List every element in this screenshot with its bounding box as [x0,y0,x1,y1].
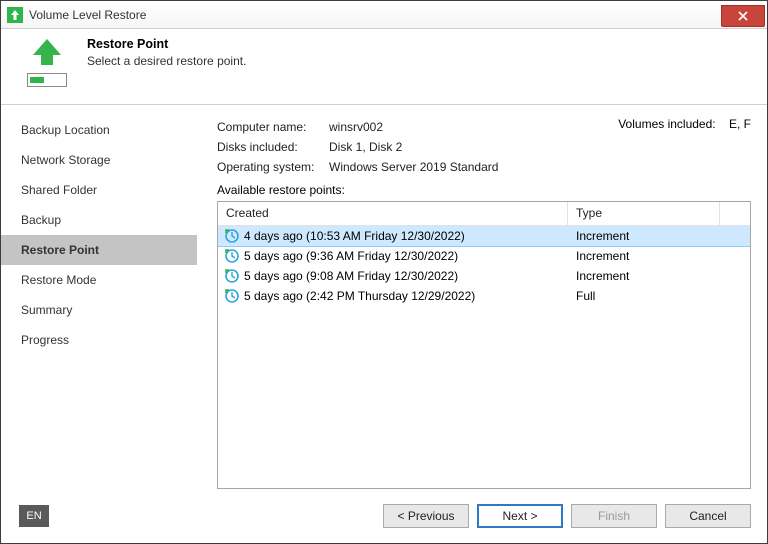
available-restore-points-label: Available restore points: [217,183,751,197]
computer-name-label: Computer name: [217,117,329,137]
wizard-footer: EN < Previous Next > Finish Cancel [1,489,767,543]
column-spacer [720,202,750,225]
computer-name-value: winsrv002 [329,117,383,137]
language-badge[interactable]: EN [19,505,49,527]
sidebar-item[interactable]: Summary [1,295,197,325]
wizard-body: Backup LocationNetwork StorageShared Fol… [1,105,767,489]
wizard-header-icon [19,37,75,87]
table-row[interactable]: 5 days ago (9:36 AM Friday 12/30/2022) In… [218,246,750,266]
page-title: Restore Point [87,37,246,51]
sidebar-item[interactable]: Shared Folder [1,175,197,205]
close-button[interactable] [721,5,765,27]
page-subtitle: Select a desired restore point. [87,54,246,68]
cell-type: Increment [568,269,750,283]
os-value: Windows Server 2019 Standard [329,157,498,177]
restore-point-icon [224,268,240,284]
sidebar-item[interactable]: Progress [1,325,197,355]
previous-button[interactable]: < Previous [383,504,469,528]
sidebar-item[interactable]: Restore Point [1,235,197,265]
sidebar-item[interactable]: Backup [1,205,197,235]
volumes-included-value: E, F [729,117,751,131]
cell-created: 5 days ago (9:36 AM Friday 12/30/2022) [224,248,568,264]
finish-button: Finish [571,504,657,528]
os-label: Operating system: [217,157,329,177]
cell-created-text: 5 days ago (9:08 AM Friday 12/30/2022) [244,269,458,283]
titlebar: Volume Level Restore [1,1,767,29]
wizard-steps: Backup LocationNetwork StorageShared Fol… [1,105,197,489]
restore-point-icon [224,228,240,244]
table-row[interactable]: 5 days ago (2:42 PM Thursday 12/29/2022)… [218,286,750,306]
wizard-header: Restore Point Select a desired restore p… [1,29,767,105]
column-type[interactable]: Type [568,202,720,225]
cell-type: Full [568,289,750,303]
window: Volume Level Restore Restore Point Selec… [0,0,768,544]
table-row[interactable]: 4 days ago (10:53 AM Friday 12/30/2022) I… [218,226,750,246]
progress-icon [27,73,67,87]
cancel-button[interactable]: Cancel [665,504,751,528]
content-pane: Computer name: winsrv002 Volumes include… [197,105,767,489]
volumes-included-label: Volumes included: [618,117,715,131]
table-body: 4 days ago (10:53 AM Friday 12/30/2022) I… [218,226,750,488]
column-created[interactable]: Created [218,202,568,225]
cell-created: 5 days ago (2:42 PM Thursday 12/29/2022) [224,288,568,304]
restore-points-table: Created Type 4 days ago (10:53 AM Friday… [217,201,751,489]
cell-created-text: 5 days ago (2:42 PM Thursday 12/29/2022) [244,289,475,303]
cell-created: 4 days ago (10:53 AM Friday 12/30/2022) [224,228,568,244]
arrow-up-icon [29,37,65,67]
sidebar-item[interactable]: Backup Location [1,115,197,145]
sidebar-item[interactable]: Network Storage [1,145,197,175]
app-icon [7,7,23,23]
restore-point-icon [224,248,240,264]
disks-included-value: Disk 1, Disk 2 [329,137,402,157]
cell-created: 5 days ago (9:08 AM Friday 12/30/2022) [224,268,568,284]
window-title: Volume Level Restore [29,8,721,22]
next-button[interactable]: Next > [477,504,563,528]
restore-point-icon [224,288,240,304]
sidebar-item[interactable]: Restore Mode [1,265,197,295]
disks-included-label: Disks included: [217,137,329,157]
table-row[interactable]: 5 days ago (9:08 AM Friday 12/30/2022) In… [218,266,750,286]
cell-type: Increment [568,249,750,263]
cell-created-text: 5 days ago (9:36 AM Friday 12/30/2022) [244,249,458,263]
cell-created-text: 4 days ago (10:53 AM Friday 12/30/2022) [244,229,465,243]
cell-type: Increment [568,229,750,243]
table-header: Created Type [218,202,750,226]
